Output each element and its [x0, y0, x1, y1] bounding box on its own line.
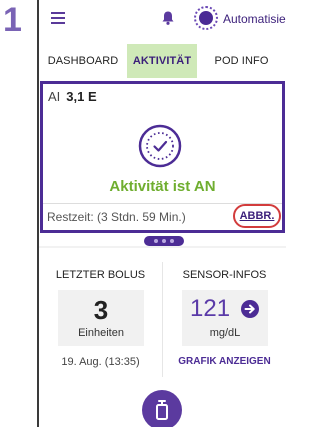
arrow-right-icon [240, 299, 260, 319]
last-bolus-title: LETZTER BOLUS [55, 269, 146, 281]
page-indicator[interactable] [144, 236, 184, 246]
bolus-value: 3 [93, 295, 109, 325]
sensor-info-title: SENSOR-INFOS [182, 269, 267, 281]
activity-check-icon [138, 124, 182, 168]
app-header: Automatisiert [39, 0, 286, 38]
step-number: 1 [3, 1, 22, 39]
bolus-time: 19. Aug. (13:35) [61, 356, 140, 368]
mode-label: Automatisiert [223, 12, 286, 26]
bolus-unit: Einheiten [78, 327, 124, 339]
last-bolus-box: 3 Einheiten [58, 290, 144, 346]
sensor-value: 121 [190, 295, 231, 322]
tab-dashboard[interactable]: DASHBOARD [39, 44, 127, 78]
sensor-box: 121 mg/dL [182, 290, 268, 346]
tab-activity[interactable]: AKTIVITÄT [127, 44, 197, 78]
bolus-button[interactable] [142, 390, 182, 427]
remaining-time: Restzeit: (3 Stdn. 59 Min.) [47, 210, 186, 224]
bell-icon[interactable] [160, 10, 176, 26]
cancel-button[interactable]: ABBR. [233, 204, 281, 228]
show-graph-link[interactable]: GRAFIK ANZEIGEN [163, 356, 286, 367]
activity-status: Aktivität ist AN [109, 178, 216, 195]
ai-value: 3,1 E [66, 89, 97, 104]
bolus-icon [156, 400, 168, 420]
tab-bar: DASHBOARD AKTIVITÄT POD INFO [39, 44, 286, 78]
cancel-label: ABBR. [239, 210, 275, 222]
phone-screen: Automatisiert DASHBOARD AKTIVITÄT POD IN… [37, 0, 286, 427]
sensor-unit: mg/dL [209, 327, 241, 339]
section-divider [39, 246, 286, 248]
tab-pod-info[interactable]: POD INFO [197, 44, 286, 78]
activity-card: AI 3,1 E Aktivität ist AN Restzeit: (3 St… [40, 81, 285, 233]
ai-row: AI 3,1 E [48, 89, 97, 104]
ai-label: AI [48, 89, 61, 104]
menu-icon[interactable] [51, 12, 65, 24]
